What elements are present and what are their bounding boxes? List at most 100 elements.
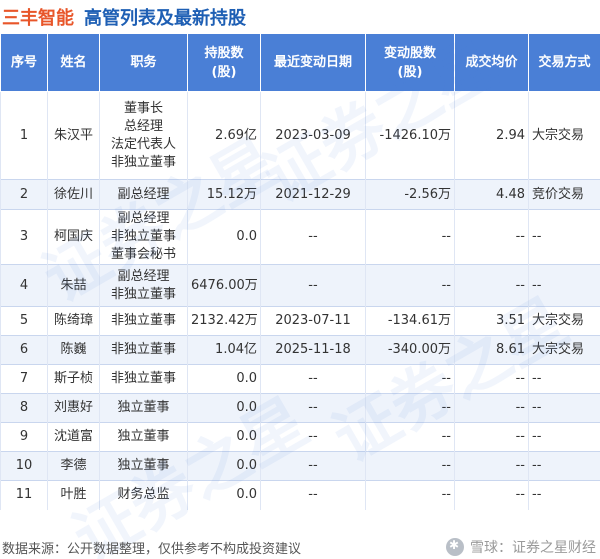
trade-method: -- xyxy=(528,451,600,481)
column-header: 序号 xyxy=(0,33,48,92)
role-line: 非独立董事 xyxy=(110,286,176,302)
executive-name: 沈道富 xyxy=(47,422,100,452)
executive-roles: 非独立董事 xyxy=(99,364,188,394)
column-header: 姓名 xyxy=(47,33,100,92)
share-change: -1426.10万 xyxy=(365,91,455,180)
row-number: 10 xyxy=(0,451,48,481)
trade-method: -- xyxy=(528,422,600,452)
row-number: 8 xyxy=(0,393,48,423)
trade-method: -- xyxy=(528,264,600,307)
shares-held: 6476.00万 xyxy=(187,264,261,307)
row-number: 4 xyxy=(0,264,48,307)
share-change: -- xyxy=(365,393,455,423)
table-row: 10 李德 独立董事 0.0 -- -- -- -- xyxy=(0,451,600,481)
executive-roles: 独立董事 xyxy=(99,451,188,481)
executive-roles: 非独立董事 xyxy=(99,335,188,365)
last-change-date: 2021-12-29 xyxy=(260,179,366,210)
share-change: -- xyxy=(365,480,455,510)
last-change-date: -- xyxy=(260,209,366,265)
executive-name: 叶胜 xyxy=(47,480,100,510)
shares-held: 0.0 xyxy=(187,364,261,394)
table-body: 1 朱汉平 董事长 总经理 法定代表人 非独立董事 2.69亿 2023-03-09 -1426… xyxy=(0,91,600,510)
executive-name: 李德 xyxy=(47,451,100,481)
table-row: 4 朱喆 副总经理 非独立董事 6476.00万 -- -- -- -- xyxy=(0,264,600,307)
average-price: -- xyxy=(454,480,529,510)
role-line: 非独立董事 xyxy=(110,154,176,170)
average-price: -- xyxy=(454,209,529,265)
role-line: 非独立董事 xyxy=(110,229,176,244)
title-bar: 三丰智能 高管列表及最新持股 xyxy=(0,0,600,33)
table-row: 6 陈巍 非独立董事 1.04亿 2025-11-18 -340.00万 8.61 大宗交易 xyxy=(0,335,600,365)
column-header: 职务 xyxy=(99,33,188,92)
executive-name: 柯国庆 xyxy=(47,209,100,265)
row-number: 11 xyxy=(0,480,48,510)
last-change-date: -- xyxy=(260,364,366,394)
trade-method: -- xyxy=(528,480,600,510)
table-row: 8 刘惠好 独立董事 0.0 -- -- -- -- xyxy=(0,393,600,423)
row-number: 1 xyxy=(0,91,48,180)
average-price: 8.61 xyxy=(454,335,529,365)
snowball-icon xyxy=(446,538,464,556)
column-header: 成交均价 xyxy=(454,33,529,92)
share-change: -- xyxy=(365,451,455,481)
brand-label: 雪球：证券之星财经 xyxy=(470,540,596,556)
page-subtitle: 高管列表及最新持股 xyxy=(84,7,246,29)
data-source-note: 数据来源：公开数据整理，仅供参考不构成投资建议 xyxy=(2,541,302,557)
role-line: 独立董事 xyxy=(117,429,170,444)
row-number: 3 xyxy=(0,209,48,265)
executive-name: 陈绮璋 xyxy=(47,306,100,336)
average-price: 4.48 xyxy=(454,179,529,210)
executive-roles: 独立董事 xyxy=(99,422,188,452)
row-number: 5 xyxy=(0,306,48,336)
executive-name: 斯子桢 xyxy=(47,364,100,394)
shares-held: 0.0 xyxy=(187,451,261,481)
share-change: -- xyxy=(365,422,455,452)
role-line: 独立董事 xyxy=(117,458,170,473)
share-change: -2.56万 xyxy=(365,179,455,210)
shares-held: 1.04亿 xyxy=(187,335,261,365)
row-number: 9 xyxy=(0,422,48,452)
table-row: 3 柯国庆 副总经理 非独立董事 董事会秘书 0.0 -- -- -- -- xyxy=(0,209,600,265)
column-header: 最近变动日期 xyxy=(260,33,366,92)
brand-badge: 雪球：证券之星财经 xyxy=(446,537,600,557)
last-change-date: 2023-03-09 xyxy=(260,91,366,180)
role-line: 非独立董事 xyxy=(110,371,176,386)
table-row: 7 斯子桢 非独立董事 0.0 -- -- -- -- xyxy=(0,364,600,394)
shares-held: 2.69亿 xyxy=(187,91,261,180)
column-header: 持股数 (股) xyxy=(187,33,261,92)
last-change-date: 2025-11-18 xyxy=(260,335,366,365)
share-change: -- xyxy=(365,264,455,307)
row-number: 2 xyxy=(0,179,48,210)
trade-method: -- xyxy=(528,209,600,265)
row-number: 7 xyxy=(0,364,48,394)
average-price: 2.94 xyxy=(454,91,529,180)
column-header: 变动股数 (股) xyxy=(365,33,455,92)
executive-name: 徐佐川 xyxy=(47,179,100,210)
executive-holdings-table: 序号 姓名 职务 持股数 (股) 最近变动日期 变动股数 (股) 成交均价 交易方式 1 朱汉平… xyxy=(0,33,600,510)
average-price: -- xyxy=(454,364,529,394)
trade-method: 大宗交易 xyxy=(528,91,600,180)
average-price: -- xyxy=(454,264,529,307)
executive-roles: 非独立董事 xyxy=(99,306,188,336)
role-line: 副总经理 xyxy=(117,186,170,202)
role-line: 非独立董事 xyxy=(110,342,176,357)
executive-roles: 财务总监 xyxy=(99,480,188,510)
share-change: -- xyxy=(365,209,455,265)
last-change-date: -- xyxy=(260,480,366,510)
trade-method: -- xyxy=(528,364,600,394)
executive-name: 朱喆 xyxy=(47,264,100,307)
trade-method: -- xyxy=(528,393,600,423)
shares-held: 0.0 xyxy=(187,209,261,265)
last-change-date: -- xyxy=(260,264,366,307)
table-row: 11 叶胜 财务总监 0.0 -- -- -- -- xyxy=(0,480,600,510)
table-header-row: 序号 姓名 职务 持股数 (股) 最近变动日期 变动股数 (股) 成交均价 交易方式 xyxy=(0,33,600,92)
executive-name: 朱汉平 xyxy=(47,91,100,180)
executive-roles: 副总经理 非独立董事 xyxy=(99,264,188,307)
role-line: 副总经理 xyxy=(117,211,170,226)
average-price: -- xyxy=(454,393,529,423)
role-line: 财务总监 xyxy=(117,487,170,503)
share-change: -134.61万 xyxy=(365,306,455,336)
executive-roles: 副总经理 xyxy=(99,179,188,210)
role-line: 独立董事 xyxy=(117,400,170,415)
column-header: 交易方式 xyxy=(528,33,600,92)
